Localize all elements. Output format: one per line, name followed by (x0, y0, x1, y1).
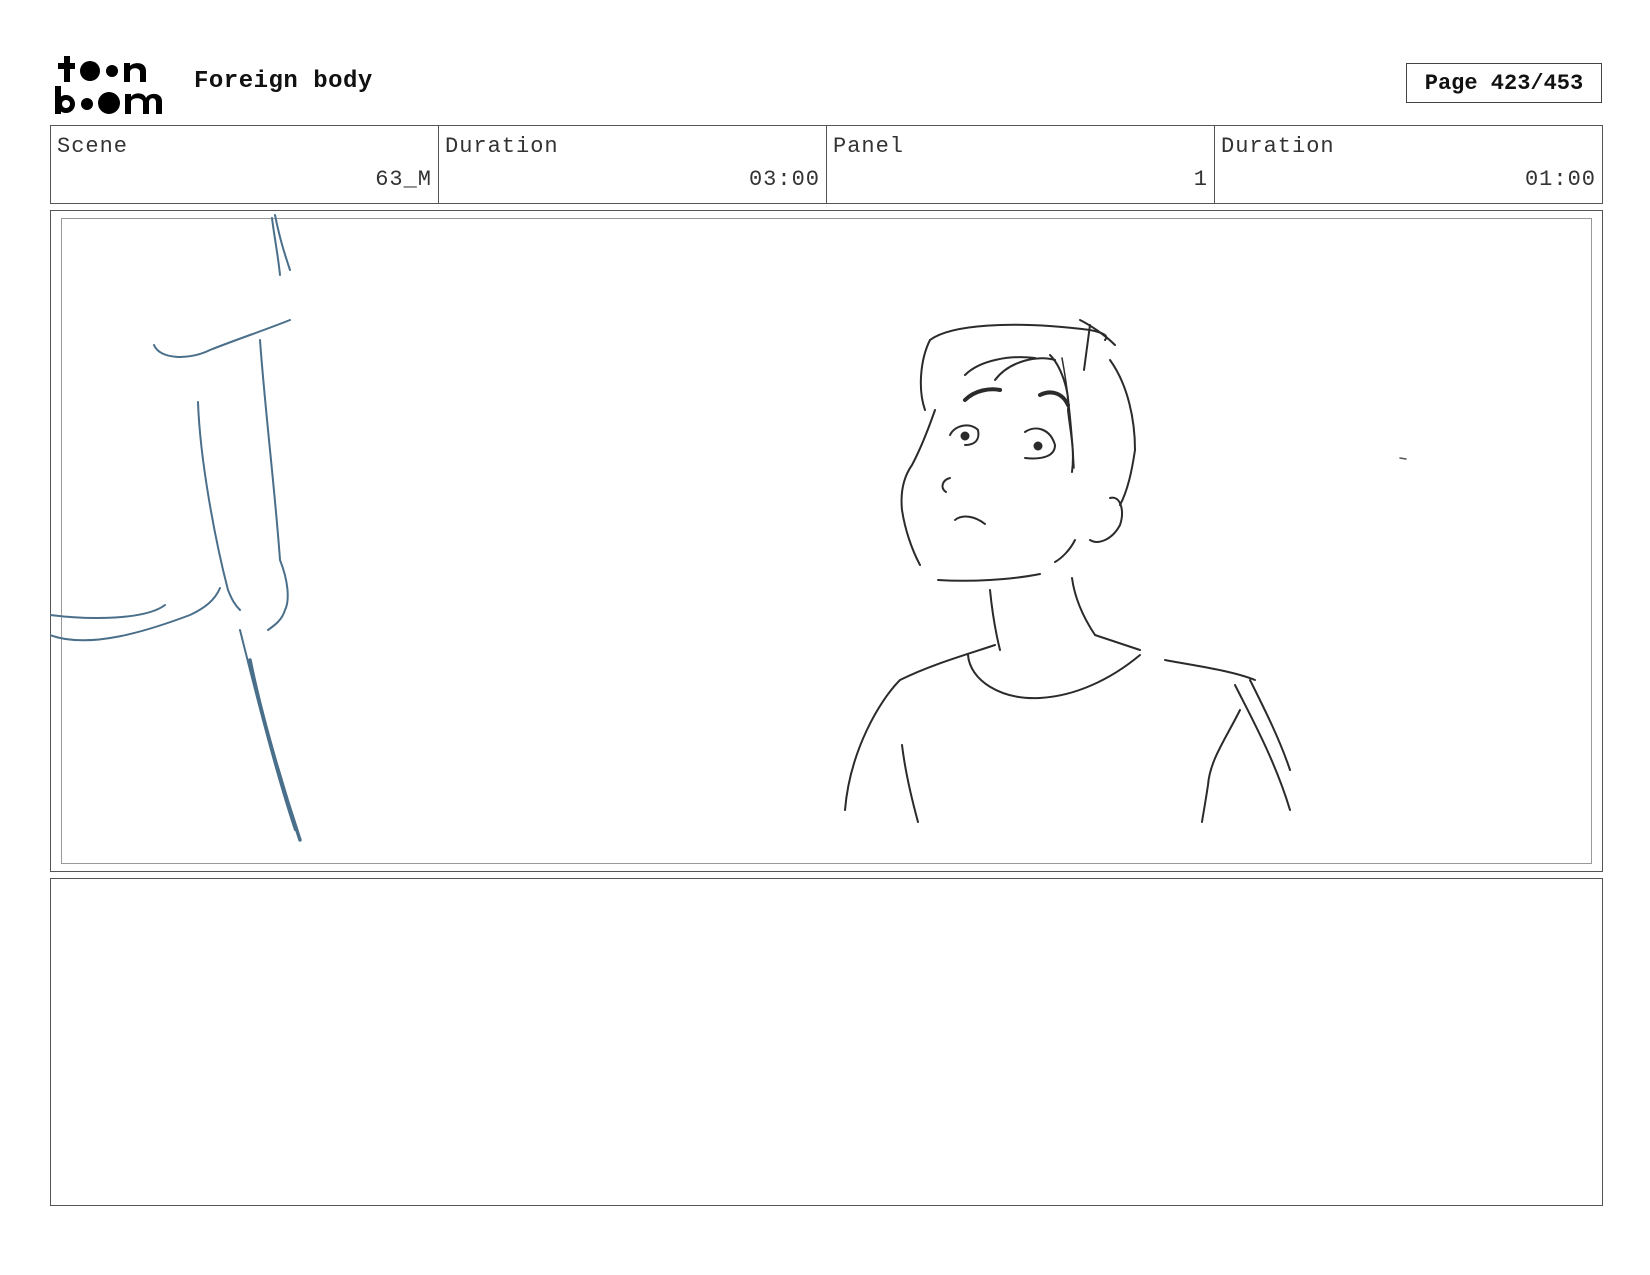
scene-cell: Scene 63_M (51, 126, 439, 203)
project-title: Foreign body (194, 68, 373, 95)
panel-duration-cell: Duration 01:00 (1215, 126, 1602, 203)
foreground-figure-sketch (50, 214, 302, 842)
boy-character-sketch (844, 319, 1291, 823)
scene-duration-label: Duration (445, 134, 559, 159)
page-indicator: Page 423/453 (1406, 63, 1602, 103)
scene-duration-value: 03:00 (748, 167, 820, 192)
scene-label: Scene (57, 134, 129, 159)
panel-duration-label: Duration (1221, 134, 1335, 159)
panel-duration-value: 01:00 (1524, 167, 1596, 192)
panel-sketch (50, 214, 1407, 842)
toon-boom-logo (55, 56, 162, 114)
panel-value: 1 (1193, 167, 1208, 192)
panel-notes-box (50, 878, 1603, 1206)
panel-cell: Panel 1 (827, 126, 1215, 203)
panel-label: Panel (833, 134, 905, 159)
scene-duration-cell: Duration 03:00 (439, 126, 827, 203)
scene-value: 63_M (375, 167, 432, 192)
scene-info-table: Scene 63_M Duration 03:00 Panel 1 Durati… (50, 125, 1603, 204)
